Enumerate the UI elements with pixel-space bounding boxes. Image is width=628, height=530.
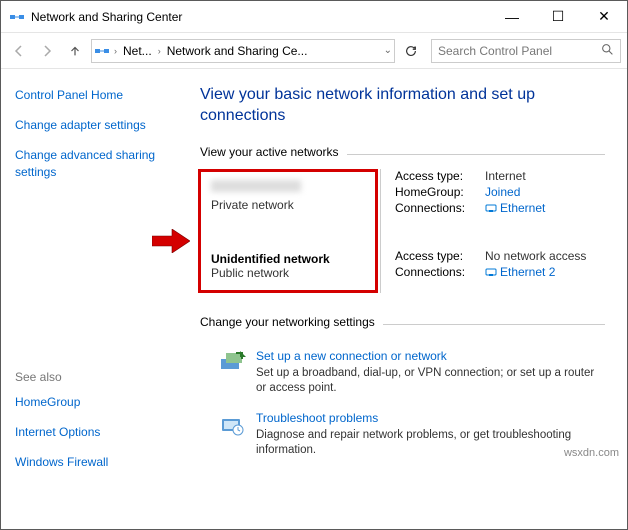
search-icon [601, 43, 614, 59]
breadcrumb-item[interactable]: Net... [121, 44, 154, 58]
active-network-highlight: Private network Unidentified network Pub… [198, 169, 378, 293]
troubleshoot-desc: Diagnose and repair network problems, or… [256, 428, 605, 459]
setup-connection-desc: Set up a broadband, dial-up, or VPN conn… [256, 366, 605, 397]
window: Network and Sharing Center — ☐ ✕ › Net..… [0, 0, 628, 530]
connections-label: Connections: [395, 201, 485, 215]
refresh-button[interactable] [399, 39, 423, 63]
troubleshoot-item[interactable]: Troubleshoot problems Diagnose and repai… [218, 411, 605, 459]
watermark: wsxdn.com [564, 447, 619, 459]
chevron-right-icon: › [156, 46, 163, 56]
access-type-value: No network access [485, 249, 595, 263]
chevron-right-icon: › [112, 46, 119, 56]
window-title: Network and Sharing Center [31, 10, 489, 24]
navbar: › Net... › Network and Sharing Ce... ⌄ S… [1, 33, 627, 69]
network-center-icon [94, 43, 110, 59]
sidebar-item-firewall[interactable]: Windows Firewall [15, 454, 176, 470]
homegroup-link[interactable]: Joined [485, 185, 520, 199]
network-center-icon [9, 9, 25, 25]
access-type-value: Internet [485, 169, 526, 183]
section-active-networks: View your active networks [200, 145, 339, 159]
section-change-settings: Change your networking settings [200, 315, 375, 329]
breadcrumb[interactable]: › Net... › Network and Sharing Ce... ⌄ [91, 39, 395, 63]
titlebar: Network and Sharing Center — ☐ ✕ [1, 1, 627, 33]
network-name: Unidentified network [211, 252, 365, 266]
setup-connection-title: Set up a new connection or network [256, 349, 605, 363]
ethernet-icon [485, 266, 497, 278]
connections-label: Connections: [395, 265, 485, 279]
setup-connection-item[interactable]: Set up a new connection or network Set u… [218, 349, 605, 397]
page-heading: View your basic network information and … [200, 85, 605, 127]
sidebar-item-internet-options[interactable]: Internet Options [15, 424, 176, 440]
see-also-heading: See also [15, 370, 176, 384]
network-type: Public network [211, 266, 365, 280]
breadcrumb-item[interactable]: Network and Sharing Ce... [165, 44, 310, 58]
main-area: Control Panel Home Change adapter settin… [1, 69, 627, 529]
sidebar-item-home[interactable]: Control Panel Home [15, 87, 176, 103]
network-info-panel: Access type:Internet HomeGroup:Joined Co… [395, 169, 605, 281]
content: View your basic network information and … [190, 69, 627, 529]
highlight-arrow-icon [152, 229, 190, 253]
connection-link[interactable]: Ethernet 2 [485, 265, 555, 279]
troubleshoot-title: Troubleshoot problems [256, 411, 605, 425]
up-button[interactable] [63, 39, 87, 63]
homegroup-label: HomeGroup: [395, 185, 485, 199]
chevron-down-icon[interactable]: ⌄ [384, 45, 392, 56]
search-input[interactable]: Search Control Panel [431, 39, 621, 63]
ethernet-icon [485, 202, 497, 214]
connection-link[interactable]: Ethernet [485, 201, 545, 215]
sidebar-item-advanced[interactable]: Change advanced sharing settings [15, 147, 176, 179]
network-type: Private network [211, 198, 365, 212]
minimize-button[interactable]: — [489, 1, 535, 33]
sidebar-item-homegroup[interactable]: HomeGroup [15, 394, 176, 410]
back-button[interactable] [7, 39, 31, 63]
search-placeholder: Search Control Panel [438, 44, 552, 58]
troubleshoot-icon [218, 411, 246, 439]
network-name-blurred [211, 180, 301, 192]
close-button[interactable]: ✕ [581, 1, 627, 33]
forward-button[interactable] [35, 39, 59, 63]
sidebar-item-adapter[interactable]: Change adapter settings [15, 117, 176, 133]
maximize-button[interactable]: ☐ [535, 1, 581, 33]
setup-connection-icon [218, 349, 246, 377]
sidebar: Control Panel Home Change adapter settin… [1, 69, 190, 529]
access-type-label: Access type: [395, 249, 485, 263]
access-type-label: Access type: [395, 169, 485, 183]
